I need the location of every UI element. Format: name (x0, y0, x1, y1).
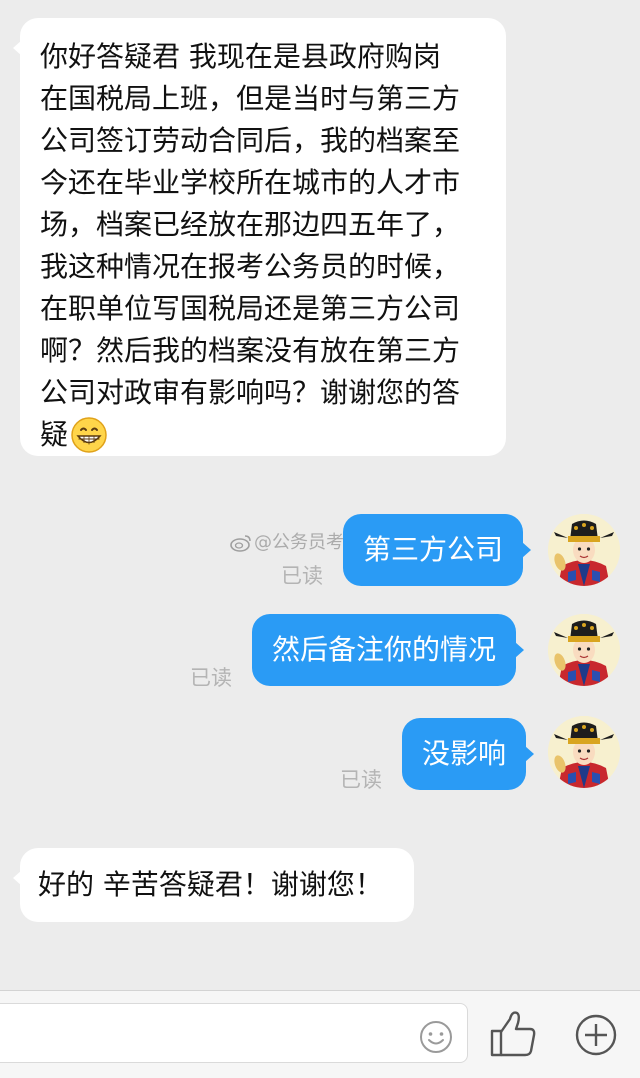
message-text: 没影响 (422, 737, 507, 770)
grinning-face-icon (70, 416, 108, 466)
message-line-last: 疑 (40, 414, 488, 456)
avatar-image-icon (548, 716, 620, 788)
like-button[interactable] (488, 1007, 538, 1063)
received-message-bubble[interactable]: 好的 辛苦答疑君！谢谢您！ (13, 848, 414, 922)
message-text: 第三方公司 (363, 533, 504, 566)
sent-message-bubble[interactable]: 然后备注你的情况 (252, 614, 525, 686)
message-input[interactable] (0, 1003, 468, 1063)
message-line: 你好答疑君 我现在是县政府购岗 (40, 40, 441, 73)
read-status: 已读 (281, 564, 323, 588)
sent-message-bubble[interactable]: 第三方公司 (343, 514, 532, 586)
message-line-text: 疑 (40, 418, 69, 451)
message-line: 我这种情况在报考公务员的时候， (40, 250, 461, 283)
message-line: 啊？然后我的档案没有放在第三方 (40, 334, 461, 367)
chat-area[interactable]: 你好答疑君 我现在是县政府购岗 在国税局上班，但是当时与第三方 公司签订劳动合同… (0, 0, 640, 990)
weibo-logo-icon (230, 534, 252, 557)
avatar[interactable] (548, 716, 620, 788)
plus-circle-icon (574, 1014, 618, 1061)
message-line: 公司对政审有影响吗？谢谢您的答 (40, 376, 461, 409)
avatar[interactable] (548, 514, 620, 586)
sent-message-bubble[interactable]: 没影响 (402, 718, 535, 790)
avatar-image-icon (548, 514, 620, 586)
message-text: 好的 辛苦答疑君！谢谢您！ (38, 868, 383, 901)
message-line: 在国税局上班，但是当时与第三方 (40, 82, 461, 115)
input-bar (0, 990, 640, 1078)
smiley-icon (418, 1021, 454, 1059)
read-status: 已读 (190, 666, 232, 690)
thumbs-up-icon (488, 1011, 538, 1063)
message-line: 今还在毕业学校所在城市的人才市 (40, 166, 461, 199)
message-line: 场，档案已经放在那边四五年了， (40, 208, 461, 241)
message-text: 然后备注你的情况 (272, 633, 497, 666)
read-status: 已读 (340, 768, 382, 792)
message-line: 在职单位写国税局还是第三方公司 (40, 292, 461, 325)
add-button[interactable] (574, 1013, 618, 1061)
emoji-button[interactable] (418, 1019, 454, 1059)
avatar[interactable] (548, 614, 620, 686)
avatar-image-icon (548, 614, 620, 686)
message-line: 公司签订劳动合同后，我的档案至 (40, 124, 461, 157)
received-message-bubble[interactable]: 你好答疑君 我现在是县政府购岗 在国税局上班，但是当时与第三方 公司签订劳动合同… (13, 18, 506, 456)
